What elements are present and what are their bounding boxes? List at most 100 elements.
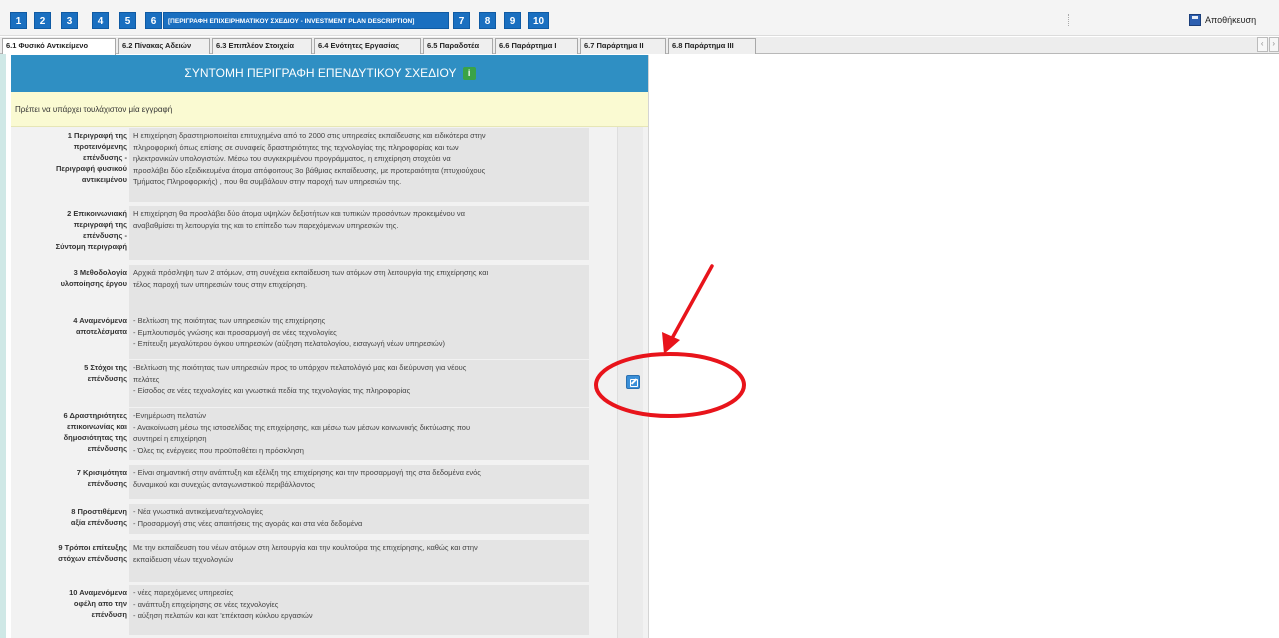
- field-value-line: - Επίτευξη μεγαλύτερου όγκου υπηρεσιών (…: [133, 339, 445, 348]
- field-value-line: πληροφορική όπως επίσης σε συναφείς δρασ…: [133, 142, 459, 152]
- field-label-line: αξία επένδυσης: [70, 518, 127, 527]
- field-value-line: - Προσαρμογή στις νέες απαιτήσεις της αγ…: [133, 518, 363, 528]
- tab-scroll-right-icon[interactable]: ›: [1268, 37, 1279, 52]
- field-label: 4 Αναμενόμενα αποτελέσματα: [11, 315, 127, 337]
- left-accent-border: [0, 54, 6, 638]
- description-panel: ΣΥΝΤΟΜΗ ΠΕΡΙΓΡΑΦΗ ΕΠΕΝΔΥΤΙΚΟΥ ΣΧΕΔΙΟΥ i …: [11, 55, 649, 638]
- field-label-line: αποτελέσματα: [75, 327, 127, 336]
- field-label-line: 3 Μεθοδολογία: [73, 268, 127, 277]
- toolbar-divider: [1068, 14, 1069, 26]
- field-label: 8 Προστιθέμενη αξία επένδυσης: [11, 506, 127, 528]
- field-label: 10 Αναμενόμενα οφέλη απο την επένδυση: [11, 587, 127, 620]
- field-value: Με την εκπαίδευση του νέων ατόμων στη λε…: [129, 540, 589, 582]
- tab-6-8[interactable]: 6.8 Παράρτημα ΙΙΙ: [668, 38, 756, 54]
- field-label-line: 8 Προστιθέμενη: [71, 507, 127, 516]
- field-value: - Είναι σημαντική στην ανάπτυξη και εξέλ…: [129, 465, 589, 499]
- floppy-disk-icon: [1189, 14, 1201, 26]
- notice-message: Πρέπει να υπάρχει τουλάχιστον μία εγγραφ…: [11, 92, 648, 127]
- field-label-line: αντικειμένου: [81, 175, 127, 184]
- field-label-line: οφέλη απο την: [73, 599, 127, 608]
- field-value-line: Με την εκπαίδευση του νέων ατόμων στη λε…: [133, 543, 478, 552]
- tab-6-6[interactable]: 6.6 Παράρτημα Ι: [495, 38, 578, 54]
- tab-scroll-controls: ‹ ›: [1257, 37, 1279, 52]
- field-label-line: 5 Στόχοι της: [84, 363, 127, 372]
- field-label-line: Σύντομη περιγραφή: [55, 242, 127, 251]
- field-value-line: Η επιχείρηση δραστηριοποιείται επιτυχημέ…: [133, 131, 486, 140]
- field-label-line: επένδυσης -: [83, 231, 127, 240]
- save-button-label: Αποθήκευση: [1205, 15, 1257, 25]
- field-label-line: δημοσιότητας της: [63, 433, 127, 442]
- field-value-line: - ανάπτυξη επιχείρησης σε νέες τεχνολογί…: [133, 599, 279, 609]
- field-value-line: - Βελτίωση της ποιότητας των υπηρεσιών τ…: [133, 316, 326, 325]
- tab-6-3[interactable]: 6.3 Επιπλέον Στοιχεία: [212, 38, 312, 54]
- field-label-line: επένδυσης: [87, 374, 127, 383]
- step-10[interactable]: 10: [528, 12, 549, 29]
- field-value-line: εκπαίδευση νέων τεχνολογιών: [133, 554, 234, 564]
- step-8[interactable]: 8: [479, 12, 496, 29]
- step-9[interactable]: 9: [504, 12, 521, 29]
- tab-scroll-left-icon[interactable]: ‹: [1257, 37, 1268, 52]
- field-value: Αρχικά πρόσληψη των 2 ατόμων, στη συνέχε…: [129, 265, 589, 317]
- wizard-step-bar: 1 2 3 4 5 6 [ΠΕΡΙΓΡΑΦΗ ΕΠΙΧΕΙΡΗΜΑΤΙΚΟΥ Σ…: [0, 0, 1279, 36]
- field-label: 2 Επικοινωνιακή περιγραφή της επένδυσης - Σ…: [11, 208, 127, 252]
- tab-6-4[interactable]: 6.4 Ενότητες Εργασίας: [314, 38, 421, 54]
- field-value-line: δυναμικού και συνεχώς ανταγωνιστικού περ…: [133, 479, 315, 489]
- tab-6-2[interactable]: 6.2 Πίνακας Αδειών: [118, 38, 210, 54]
- field-label-line: περιγραφή της: [73, 220, 127, 229]
- tab-6-5[interactable]: 6.5 Παραδοτέα: [423, 38, 493, 54]
- field-value-line: - Είσοδος σε νέες τεχνολογίες και γνωστι…: [133, 386, 411, 395]
- step-5[interactable]: 5: [119, 12, 136, 29]
- field-label: 6 Δραστηριότητες επικοινωνίας και δημοσιότ…: [11, 410, 127, 454]
- field-value-line: -Βελτίωση της ποιότητας των υπηρεσιών πρ…: [133, 363, 467, 372]
- step-3[interactable]: 3: [61, 12, 78, 29]
- field-label-line: επικοινωνίας και: [67, 422, 127, 431]
- step-4[interactable]: 4: [92, 12, 109, 29]
- field-label-line: 9 Τρόποι επίτευξης: [58, 543, 127, 552]
- field-value-line: Τμήματος Πληροφορικής) , που θα συμβάλου…: [133, 177, 402, 186]
- step-2[interactable]: 2: [34, 12, 51, 29]
- field-label-line: επένδυσης: [87, 479, 127, 488]
- field-label: 9 Τρόποι επίτευξης στόχων επένδυσης: [11, 542, 127, 564]
- field-value-line: πελάτες: [133, 374, 160, 384]
- field-value-line: - Όλες τις ενέργειες που προϋποθέτει η π…: [133, 445, 304, 455]
- step-7[interactable]: 7: [453, 12, 470, 29]
- field-label-line: επένδυσης: [87, 444, 127, 453]
- field-value-line: - Είναι σημαντική στην ανάπτυξη και εξέλ…: [133, 468, 481, 477]
- tab-6-1[interactable]: 6.1 Φυσικό Αντικείμενο: [2, 38, 116, 55]
- info-icon[interactable]: i: [462, 67, 476, 80]
- annotation-arrow-head: [662, 332, 680, 354]
- step-6-title[interactable]: [ΠΕΡΙΓΡΑΦΗ ΕΠΙΧΕΙΡΗΜΑΤΙΚΟΥ ΣΧΕΔΙΟΥ - INV…: [163, 12, 449, 29]
- annotation-ellipse: [594, 352, 746, 418]
- tab-6-7[interactable]: 6.7 Παράρτημα ΙΙ: [580, 38, 666, 54]
- field-label-line: 1 Περιγραφή της: [67, 131, 127, 140]
- field-value: - Νέα γνωστικά αντικείμενα/τεχνολογίες - …: [129, 504, 589, 534]
- field-value-line: ηλεκτρονικών υπολογιστών. Μέσω του συγκε…: [133, 154, 451, 163]
- field-label-line: 10 Αναμενόμενα: [69, 588, 127, 597]
- field-label-line: 6 Δραστηριότητες: [63, 411, 127, 420]
- field-value-line: αναβαθμίσει τη λειτουργία της και το επί…: [133, 220, 399, 230]
- field-value-line: - Ανακοίνωση μέσω της ιστοσελίδας της επ…: [133, 422, 471, 432]
- field-value-line: τέλος παροχή των υπηρεσιών τους στην επι…: [133, 279, 308, 289]
- field-label-line: υλοποίησης έργου: [60, 279, 127, 288]
- panel-title: ΣΥΝΤΟΜΗ ΠΕΡΙΓΡΑΦΗ ΕΠΕΝΔΥΤΙΚΟΥ ΣΧΕΔΙΟΥ i: [11, 55, 648, 92]
- annotation-overlay: [594, 264, 746, 418]
- field-value: -Ενημέρωση πελατών - Ανακοίνωση μέσω της …: [129, 408, 589, 460]
- field-value-line: συντηρεί η επιχείρηση: [133, 434, 207, 443]
- field-value-line: - νέες παρεχόμενες υπηρεσίες: [133, 588, 234, 597]
- field-value-line: - Νέα γνωστικά αντικείμενα/τεχνολογίες: [133, 507, 263, 516]
- field-label-line: στόχων επένδυσης: [58, 554, 127, 563]
- field-value-line: Αρχικά πρόσληψη των 2 ατόμων, στη συνέχε…: [133, 268, 489, 277]
- section-tab-bar: 6.1 Φυσικό Αντικείμενο 6.2 Πίνακας Αδειώ…: [0, 37, 1279, 55]
- field-value: -Βελτίωση της ποιότητας των υπηρεσιών πρ…: [129, 360, 589, 407]
- field-label-line: προτεινόμενης: [73, 142, 127, 151]
- field-value: - Βελτίωση της ποιότητας των υπηρεσιών τ…: [129, 313, 589, 359]
- field-label-line: 7 Κρισιμότητα: [76, 468, 127, 477]
- field-label-line: 2 Επικοινωνιακή: [67, 209, 127, 218]
- field-label-line: Περιγραφή φυσικού: [56, 164, 127, 173]
- step-6[interactable]: 6: [145, 12, 162, 29]
- step-1[interactable]: 1: [10, 12, 27, 29]
- field-value-line: προσλάβει δύο εξειδικευμένα άτομα απόφοι…: [133, 165, 486, 175]
- field-value: - νέες παρεχόμενες υπηρεσίες - ανάπτυξη ε…: [129, 585, 589, 635]
- save-button[interactable]: Αποθήκευση: [1189, 11, 1256, 29]
- annotation-arrow-line: [668, 264, 714, 344]
